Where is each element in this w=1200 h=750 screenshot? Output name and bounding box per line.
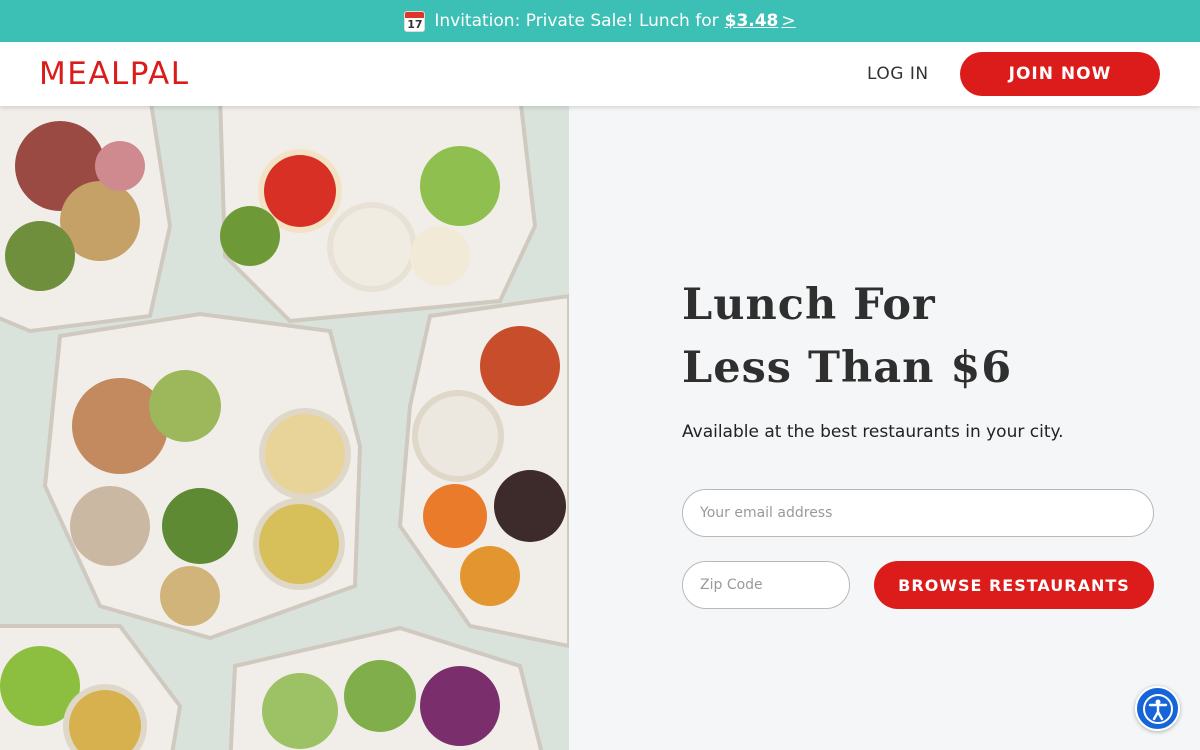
site-header: MEALPAL LOG IN JOIN NOW [0, 42, 1200, 106]
bowl-center [42, 311, 363, 641]
zip-code-input[interactable] [682, 561, 850, 609]
join-now-button[interactable]: JOIN NOW [960, 52, 1160, 96]
bowl-top-center [218, 106, 538, 324]
accessibility-icon [1143, 694, 1173, 724]
promo-text: Invitation: Private Sale! Lunch for [434, 11, 719, 31]
mealpal-logo[interactable]: MEALPAL [39, 56, 190, 92]
headline: Lunch For Less Than $6 [682, 274, 1162, 400]
headline-line-2: Less Than $6 [682, 343, 1013, 393]
accessibility-button[interactable] [1135, 686, 1180, 731]
login-link[interactable]: LOG IN [867, 64, 929, 84]
bowl-top-left [0, 106, 173, 334]
calendar-icon: 17 [404, 10, 426, 32]
promo-price[interactable]: $3.48 [725, 11, 779, 31]
headline-line-1: Lunch For [682, 280, 936, 330]
browse-restaurants-button[interactable]: BROWSE RESTAURANTS [874, 561, 1154, 609]
email-input[interactable] [682, 489, 1154, 537]
signup-panel: Lunch For Less Than $6 Available at the … [569, 106, 1200, 750]
subheadline: Available at the best restaurants in you… [682, 422, 1064, 442]
promo-arrow: > [781, 11, 796, 31]
food-bowls-image [0, 106, 569, 750]
promo-banner[interactable]: 17 Invitation: Private Sale! Lunch for $… [0, 0, 1200, 42]
